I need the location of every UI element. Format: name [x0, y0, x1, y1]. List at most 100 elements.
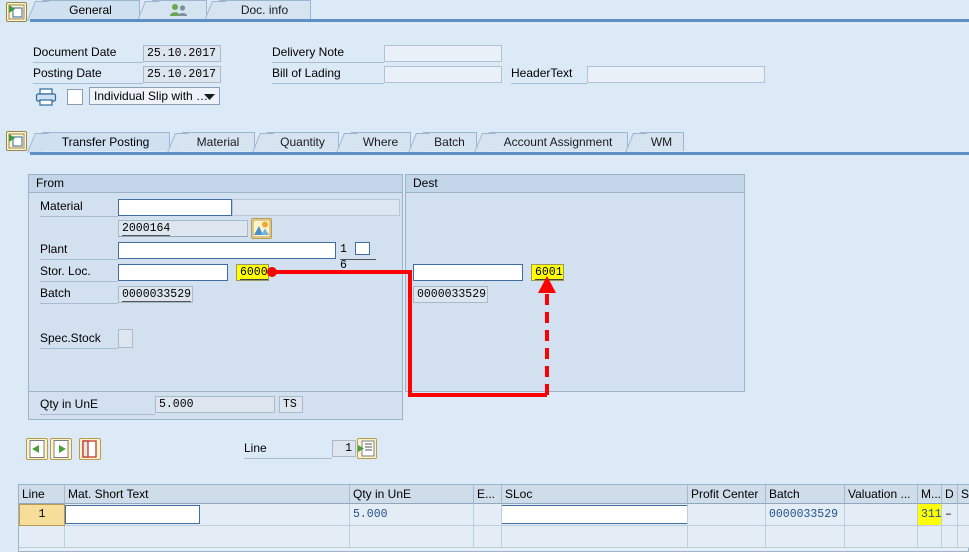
delivery-note-field[interactable]: [384, 45, 502, 62]
col-header-batch[interactable]: Batch: [766, 485, 845, 504]
from-panel-title-text: From: [36, 176, 64, 190]
row1-cell-d[interactable]: –: [942, 504, 958, 526]
posting-date-field[interactable]: 25.10.2017: [143, 66, 221, 83]
bill-of-lading-field[interactable]: [384, 66, 502, 83]
col-header-e[interactable]: E...: [474, 485, 502, 504]
dest-panel-title-text: Dest: [413, 176, 438, 190]
line-number-field[interactable]: 1: [332, 440, 356, 457]
dest-stor-loc-input[interactable]: [413, 264, 523, 281]
tab-doc-contacts-edge: [136, 1, 160, 21]
row2-cell-sloc[interactable]: [502, 526, 688, 548]
row1-cell-short-text[interactable]: [65, 504, 350, 526]
bill-of-lading-label: Bill of Lading: [272, 66, 384, 84]
tab-general[interactable]: General: [26, 0, 140, 21]
plant-code-suffix: 6: [340, 259, 347, 272]
col-header-short-text[interactable]: Mat. Short Text: [65, 485, 350, 504]
posting-date-value: 25.10.2017: [147, 68, 217, 81]
expand-detail-icon[interactable]: [6, 131, 27, 151]
document-date-label: Document Date: [33, 45, 143, 63]
document-date-field[interactable]: 25.10.2017: [143, 45, 221, 62]
row1-cell-profit-center[interactable]: [688, 504, 766, 526]
col-header-m-text: M...: [921, 487, 941, 501]
print-version-dropdown[interactable]: Individual Slip with …: [89, 87, 220, 105]
col-header-short-text-text: Mat. Short Text: [68, 487, 149, 501]
tab-transfer-posting[interactable]: Transfer Posting: [26, 132, 170, 153]
tab-account-assignment-edge: [473, 133, 497, 153]
material-row-spacer: [232, 199, 400, 216]
next-item-button[interactable]: [50, 438, 72, 460]
delete-item-button[interactable]: [79, 438, 101, 460]
tab-material[interactable]: Material: [166, 132, 255, 153]
row1-cell-qty[interactable]: 5.000: [350, 504, 474, 526]
row1-cell-batch[interactable]: 0000033529: [766, 504, 845, 526]
tab-where[interactable]: Where: [335, 132, 411, 153]
row2-cell-line[interactable]: [19, 526, 65, 548]
col-header-qty[interactable]: Qty in UnE: [350, 485, 474, 504]
row1-cell-m[interactable]: 311: [918, 504, 942, 526]
row2-cell-qty[interactable]: [350, 526, 474, 548]
tab-doc-info[interactable]: Doc. info: [203, 0, 311, 21]
tab-account-assignment[interactable]: Account Assignment: [473, 132, 628, 153]
col-header-stock-type[interactable]: Stock Type: [958, 485, 969, 504]
col-header-d[interactable]: D: [942, 485, 958, 504]
tab-material-edge: [166, 133, 190, 153]
row2-cell-short-text[interactable]: [65, 526, 350, 548]
col-header-profit-center-text: Profit Center: [691, 487, 759, 501]
row1-short-text-input[interactable]: [65, 505, 200, 524]
expand-header-icon[interactable]: [6, 2, 27, 22]
row2-cell-m[interactable]: [918, 526, 942, 548]
row2-cell-e[interactable]: [474, 526, 502, 548]
col-header-profit-center[interactable]: Profit Center: [688, 485, 766, 504]
spec-stock-label: Spec.Stock: [40, 331, 118, 349]
sap-transfer-posting-screen: General Doc. info Document Date 25.10.20…: [0, 0, 969, 552]
line-label-text: Line: [244, 441, 267, 455]
line-label: Line: [244, 441, 332, 459]
delivery-note-label-text: Delivery Note: [272, 45, 345, 59]
col-header-line-text: Line: [22, 487, 45, 501]
bill-of-lading-label-text: Bill of Lading: [272, 66, 341, 80]
col-header-sloc[interactable]: SLoc: [502, 485, 688, 504]
row2-cell-batch[interactable]: [766, 526, 845, 548]
stor-loc-code-field[interactable]: 6000: [236, 264, 269, 281]
stor-loc-input[interactable]: [118, 264, 228, 281]
col-header-line[interactable]: Line: [19, 485, 65, 504]
row1-m-value: 311: [921, 508, 942, 521]
plant-code-box[interactable]: [354, 242, 370, 256]
print-slip-checkbox[interactable]: [67, 89, 83, 105]
tab-wm[interactable]: WM: [624, 132, 684, 153]
spec-stock-field[interactable]: [118, 329, 133, 348]
line-select-button[interactable]: [357, 438, 377, 459]
row1-cell-sloc[interactable]: [502, 504, 688, 526]
dest-batch-field[interactable]: 0000033529: [413, 286, 488, 303]
printer-icon[interactable]: [35, 88, 57, 106]
row2-cell-stock-type[interactable]: [958, 526, 969, 548]
col-header-sloc-text: SLoc: [505, 487, 533, 501]
qty-in-une-field[interactable]: 5.000: [155, 396, 275, 413]
tab-quantity[interactable]: Quantity: [251, 132, 339, 153]
col-header-valuation[interactable]: Valuation ...: [845, 485, 918, 504]
tab-doc-contacts[interactable]: [136, 0, 207, 21]
row1-cell-line[interactable]: 1: [19, 504, 65, 526]
material-picker-icon[interactable]: [251, 218, 272, 239]
plant-input[interactable]: [118, 242, 336, 259]
batch-field[interactable]: 0000033529: [118, 286, 193, 303]
dest-stor-loc-code-field[interactable]: 6001: [531, 264, 564, 281]
row1-cell-e[interactable]: [474, 504, 502, 526]
qty-unit-field[interactable]: TS: [279, 396, 303, 413]
material-picker-glyph: [252, 219, 271, 238]
row2-cell-profit-center[interactable]: [688, 526, 766, 548]
row1-cell-stock-type[interactable]: [958, 504, 969, 526]
plant-label-text: Plant: [40, 242, 68, 256]
people-icon: [170, 4, 187, 16]
row1-cell-valuation[interactable]: [845, 504, 918, 526]
qty-in-une-label: Qty in UnE: [40, 397, 155, 415]
row1-sloc-input[interactable]: [502, 505, 687, 524]
previous-item-button[interactable]: [26, 438, 48, 460]
material-input[interactable]: [118, 199, 232, 216]
col-header-m[interactable]: M...: [918, 485, 942, 504]
header-text-field[interactable]: [587, 66, 765, 83]
row2-cell-valuation[interactable]: [845, 526, 918, 548]
material-description-field[interactable]: 2000164: [118, 220, 248, 237]
tab-batch[interactable]: Batch: [407, 132, 477, 153]
row2-cell-d[interactable]: [942, 526, 958, 548]
